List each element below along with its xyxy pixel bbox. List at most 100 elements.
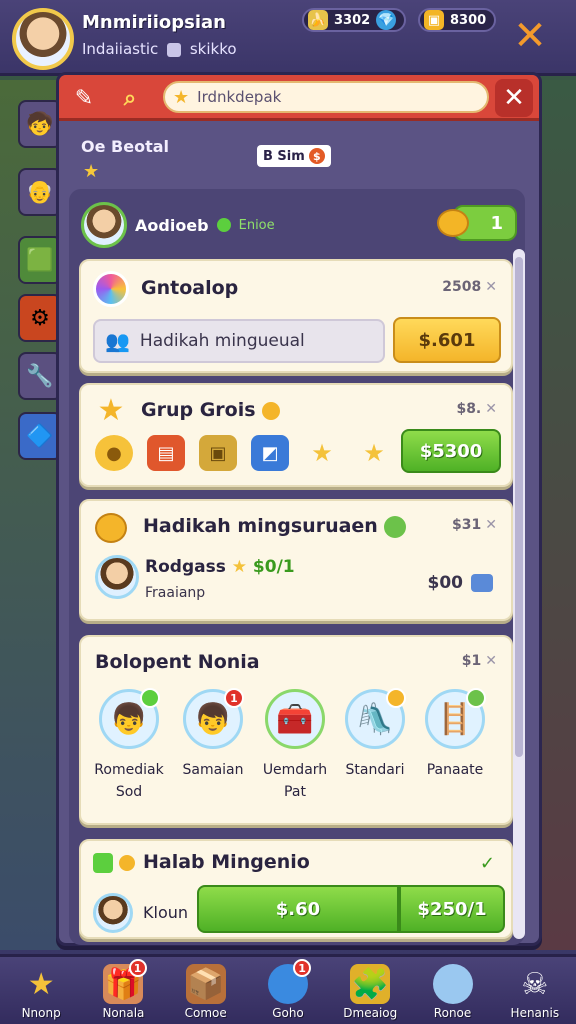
tag-icon (167, 42, 182, 57)
nav-item-6[interactable]: Ronoe (411, 957, 493, 1024)
nav-item-7[interactable]: ☠ Henanis (494, 957, 576, 1024)
tools-icon[interactable]: ✎ (67, 81, 101, 115)
nav-label-6: Ronoe (433, 1006, 472, 1020)
card-bolopent-price-value: $1 (461, 653, 482, 669)
close-icon[interactable]: ✕ (510, 16, 550, 56)
close-icon[interactable]: ✕ (485, 401, 497, 417)
card-bolopent-price: $1 ✕ (462, 653, 497, 669)
gold-bag-icon (95, 513, 127, 543)
group-icon: 👥 (105, 329, 130, 353)
check-badge (140, 688, 160, 708)
character-2[interactable]: 👦 1 Samaian (173, 688, 253, 781)
card-gift-price-value: 2508 (442, 279, 482, 295)
top-bar: Mnmiriiopsian Indaiiastic skikko 🍌 3302 … (0, 0, 576, 76)
user-avatar[interactable] (81, 202, 127, 248)
card-group: ★ Grup Grois $8. ✕ ● ▤ ▣ ◩ ★ ★ $5300 (79, 383, 513, 487)
notification-badge: 1 (224, 688, 244, 708)
user-avatar[interactable] (95, 555, 139, 599)
character-5[interactable]: 🪜 Panaate (415, 688, 495, 781)
card-halab-title: Halab Mingenio (143, 851, 310, 873)
nav-label-7: Henanis (510, 1006, 560, 1020)
inner-panel: Aodioeb Enioe 1 Gntoalop 2508 ✕ 👥 Hadikah… (69, 189, 525, 945)
card-group-title: Grup Grois (141, 399, 281, 421)
star-icon: ★ (83, 161, 100, 182)
card-halab-user: Kloun (143, 903, 189, 922)
card-hadikah-user-name: Rodgass (145, 557, 226, 577)
coin-badge (466, 688, 486, 708)
red-chest-icon[interactable]: ▤ (147, 435, 185, 471)
gold-crate-icon[interactable]: ▣ (199, 435, 237, 471)
card-hadikah-right-amount: $00 (427, 573, 464, 593)
gem-icon: 💎 (376, 10, 397, 30)
card-group-buy-button[interactable]: $5300 (401, 429, 501, 473)
currency-bananas[interactable]: 🍌 3302 💎 (302, 8, 407, 32)
nav-label-3: Comoe (184, 1006, 227, 1020)
coin-pill-value: 1 (490, 212, 503, 234)
coin-icon: $ (308, 148, 325, 164)
character-1[interactable]: 👦 Romediak Sod (89, 688, 169, 803)
card-hadikah-user-amount: $0/1 (252, 557, 295, 577)
nav-item-5[interactable]: 🧩 Dmeaiog (329, 957, 411, 1024)
search-input[interactable]: ★ Irdnkdepak (163, 81, 489, 113)
coin-badge (386, 688, 406, 708)
card-hadikah-title: Hadikah mingsuruaen (143, 515, 407, 538)
card-hadikah: Hadikah mingsuruaen $31 ✕ Rodgass ★ $0/1 … (79, 499, 513, 621)
nav-item-4[interactable]: 1 Goho (247, 957, 329, 1024)
online-dot-icon (216, 218, 231, 232)
chat-icon[interactable] (471, 574, 493, 592)
blue-box-icon[interactable]: ◩ (251, 435, 289, 471)
card-gift-price: 2508 ✕ (442, 279, 497, 295)
user-avatar[interactable] (93, 893, 133, 933)
nav-item-2[interactable]: 🎁 1 Nonala (82, 957, 164, 1024)
nav-label-1: Nnonp (21, 1006, 61, 1020)
close-icon[interactable]: ✕ (485, 517, 497, 533)
card-gift: Gntoalop 2508 ✕ 👥 Hadikah mingueual $.601 (79, 259, 513, 373)
player-subtitle: Indaiiastic skikko (82, 40, 237, 58)
player-subtitle-left: Indaiiastic (82, 40, 159, 58)
star-icon[interactable]: ★ (355, 435, 393, 471)
close-icon[interactable]: ✕ (485, 279, 497, 295)
nav-item-1[interactable]: ★ Nnonp (0, 957, 82, 1024)
currency-bananas-value: 3302 (334, 12, 371, 28)
card-gift-title: Gntoalop (141, 277, 239, 299)
star-icon: ★ (27, 966, 55, 1002)
player-subtitle-right: skikko (189, 40, 237, 58)
golden-slide-icon: 🛝 (345, 688, 406, 749)
card-gift-field[interactable]: 👥 Hadikah mingueual (93, 319, 385, 363)
character-3-label: Uemdarh Pat (262, 762, 328, 800)
card-halab: Halab Mingenio ✓ Kloun $.60 $250/1 (79, 839, 513, 939)
card-bolopent: Bolopent Nonia $1 ✕ 👦 Romediak Sod 👦 1 Sam… (79, 635, 513, 825)
banana-icon: 🍌 (308, 10, 328, 30)
star-badge-icon: ★ (97, 393, 125, 428)
card-group-title-text: Grup Grois (141, 399, 256, 421)
card-group-price: $8. ✕ (456, 401, 497, 417)
star-icon[interactable]: ★ (303, 435, 341, 471)
card-group-items: ● ▤ ▣ ◩ ★ ★ (95, 435, 393, 471)
coin-icon (119, 855, 135, 871)
boy-avatar-icon: 👦 1 (183, 688, 244, 749)
close-icon[interactable]: ✕ (485, 653, 497, 669)
character-4[interactable]: 🛝 Standari (335, 688, 415, 781)
bottom-nav: ★ Nnonp 🎁 1 Nonala 📦 Comoe 1 Goho 🧩 Dmea… (0, 954, 576, 1024)
coin-pill[interactable]: 1 (437, 205, 517, 241)
wooden-ladder-icon: 🪜 (425, 688, 486, 749)
search-close-button[interactable]: ✕ (495, 79, 533, 117)
character-3[interactable]: 🧰 Uemdarh Pat (255, 689, 335, 803)
smile-icon (384, 515, 407, 538)
tab-chip[interactable]: B Sim $ (257, 145, 331, 167)
search-icon[interactable]: ⌕ (113, 81, 147, 115)
card-halab-button-right[interactable]: $250/1 (399, 885, 505, 933)
card-halab-button-left[interactable]: $.60 (197, 885, 399, 933)
card-gift-buy-button[interactable]: $.601 (393, 317, 501, 363)
player-avatar[interactable] (12, 8, 74, 70)
character-4-label: Standari (345, 762, 405, 778)
card-hadikah-user: Rodgass ★ $0/1 (145, 557, 295, 577)
gold-coin-icon[interactable]: ● (95, 435, 133, 471)
nav-item-3[interactable]: 📦 Comoe (165, 957, 247, 1024)
scrollbar-thumb[interactable] (515, 257, 523, 757)
header-status: Enioe (238, 217, 275, 233)
currency-crates[interactable]: ▣ 8300 (418, 8, 497, 32)
card-group-price-value: $8. (456, 401, 482, 417)
scrollbar[interactable] (513, 249, 525, 939)
plus-icon[interactable] (93, 853, 113, 873)
